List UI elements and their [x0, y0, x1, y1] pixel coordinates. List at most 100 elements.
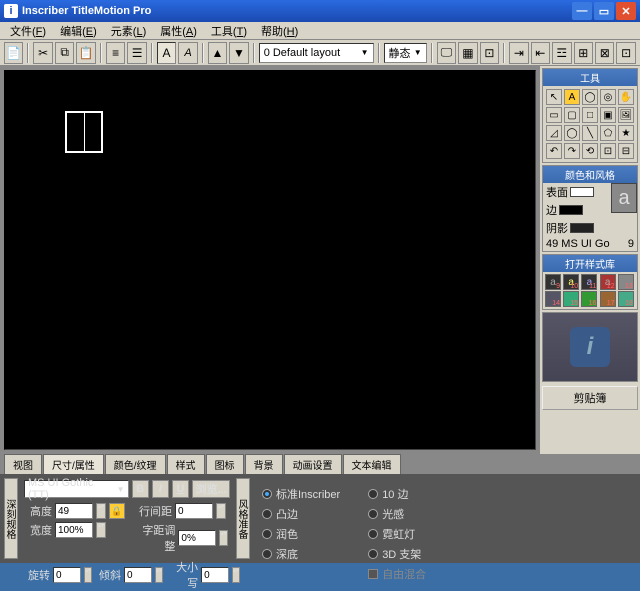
smallcaps-field[interactable] — [201, 567, 229, 583]
style-12[interactable]: a12 — [600, 274, 616, 290]
settings-button[interactable]: ⊡ — [616, 42, 635, 64]
radio-neon[interactable]: 霓虹灯 — [368, 526, 426, 542]
animation-combo[interactable]: 静态▼ — [384, 43, 427, 63]
minimize-button[interactable]: — — [572, 2, 592, 20]
scale-down-button[interactable]: ▼ — [229, 42, 248, 64]
leading-spin[interactable]: ▴▾ — [216, 503, 226, 519]
bold-button[interactable]: B — [132, 480, 149, 498]
text-tool-button[interactable]: A — [157, 42, 176, 64]
menu-file[interactable]: 文件(F) — [4, 22, 52, 40]
italic-button[interactable]: I — [152, 480, 169, 498]
close-button[interactable]: ✕ — [616, 2, 636, 20]
style-14[interactable]: 14 — [545, 291, 561, 307]
scale-up-button[interactable]: ▲ — [208, 42, 227, 64]
grid-button[interactable]: ▦ — [458, 42, 477, 64]
roundrect-tool[interactable]: ▢ — [564, 107, 580, 123]
radio-3d[interactable]: 3D 支架 — [368, 546, 426, 562]
style-16[interactable]: 16 — [581, 291, 597, 307]
text-cursor-box[interactable] — [65, 111, 103, 153]
star-tool[interactable]: ★ — [618, 125, 634, 141]
undo-button[interactable]: ↶ — [546, 143, 562, 159]
width-spin[interactable]: ▴▾ — [96, 522, 106, 538]
radio-glow[interactable]: 光感 — [368, 506, 426, 522]
vtab-style-prep[interactable]: 风格准备 — [236, 478, 250, 559]
align-center-button[interactable]: ☰ — [127, 42, 146, 64]
align-left-button[interactable]: ≡ — [106, 42, 125, 64]
ungroup-button[interactable]: ⊟ — [618, 143, 634, 159]
delete-button[interactable]: ⊠ — [595, 42, 614, 64]
tab-animation[interactable]: 动画设置 — [284, 454, 342, 474]
tab-text-edit[interactable]: 文本编辑 — [343, 454, 401, 474]
text-tool[interactable]: A — [564, 89, 580, 105]
tab-icon[interactable]: 图标 — [206, 454, 244, 474]
menu-help[interactable]: 帮助(H) — [255, 22, 304, 40]
edge-swatch[interactable] — [559, 205, 583, 215]
new-button[interactable]: 📄 — [4, 42, 23, 64]
rotate-spin[interactable]: ▴▾ — [84, 567, 92, 583]
skew-field[interactable] — [124, 567, 152, 583]
lock-aspect-button[interactable]: 🔒 — [109, 503, 125, 519]
cut-button[interactable]: ✂ — [33, 42, 52, 64]
arrange-button[interactable]: ⊞ — [574, 42, 593, 64]
export-button[interactable]: ⇤ — [531, 42, 550, 64]
tab-view[interactable]: 视图 — [4, 454, 42, 474]
line-tool[interactable]: ╲ — [582, 125, 598, 141]
polygon-tool[interactable]: ⬠ — [600, 125, 616, 141]
layers-button[interactable]: ☲ — [552, 42, 571, 64]
radio-bevel[interactable]: 凸边 — [262, 506, 340, 522]
surface-swatch[interactable] — [570, 187, 594, 197]
underline-button[interactable]: U — [172, 480, 189, 498]
clipboard-button[interactable]: 剪贴簿 — [542, 386, 638, 410]
hand-tool[interactable]: ✋ — [618, 89, 634, 105]
menu-tool[interactable]: 工具(T) — [205, 22, 253, 40]
menu-attribute[interactable]: 属性(A) — [154, 22, 203, 40]
style-18[interactable]: 18 — [618, 291, 634, 307]
paste-button[interactable]: 📋 — [76, 42, 95, 64]
freeform-check[interactable]: 自由混合 — [368, 566, 426, 582]
height-field[interactable] — [55, 503, 93, 519]
radio-10edge[interactable]: 10 边 — [368, 486, 426, 502]
radio-standard[interactable]: 标准Inscriber — [262, 486, 340, 502]
style-13[interactable]: 13 — [618, 274, 634, 290]
maximize-button[interactable]: ▭ — [594, 2, 614, 20]
image-tool[interactable]: 🖼 — [618, 107, 634, 123]
circle-tool[interactable]: ◯ — [582, 89, 598, 105]
kerning-spin[interactable]: ▴▾ — [219, 530, 228, 546]
import-button[interactable]: ⇥ — [509, 42, 528, 64]
layout-combo[interactable]: 0 Default layout▼ — [259, 43, 374, 63]
group-button[interactable]: ⊡ — [600, 143, 616, 159]
style-17[interactable]: 17 — [600, 291, 616, 307]
radio-polish[interactable]: 润色 — [262, 526, 340, 542]
safe-area-button[interactable]: ⊡ — [480, 42, 499, 64]
leading-field[interactable] — [175, 503, 213, 519]
ellipse-tool[interactable]: ◯ — [564, 125, 580, 141]
tab-color-texture[interactable]: 颜色/纹理 — [105, 454, 166, 474]
vtab-deep-spec[interactable]: 深刻规格 — [4, 478, 18, 559]
menu-element[interactable]: 元素(L) — [105, 22, 152, 40]
square-tool[interactable]: □ — [582, 107, 598, 123]
shadow-swatch[interactable] — [570, 223, 594, 233]
kerning-field[interactable] — [178, 530, 216, 546]
target-tool[interactable]: ◎ — [600, 89, 616, 105]
redo-button[interactable]: ↷ — [564, 143, 580, 159]
tab-size-attr[interactable]: 尺寸/属性 — [43, 454, 104, 474]
style-15[interactable]: 15 — [563, 291, 579, 307]
rect-tool[interactable]: ▭ — [546, 107, 562, 123]
tab-background[interactable]: 背景 — [245, 454, 283, 474]
monitor-button[interactable]: 🖵 — [437, 42, 456, 64]
style-9[interactable]: a9 — [545, 274, 561, 290]
copy-button[interactable]: ⧉ — [55, 42, 74, 64]
skew-spin[interactable]: ▴▾ — [155, 567, 163, 583]
frame-tool[interactable]: ▣ — [600, 107, 616, 123]
width-field[interactable] — [55, 522, 93, 538]
font-combo[interactable]: MS UI Gothic (TT)▼ — [24, 480, 129, 498]
rotate-field[interactable] — [53, 567, 81, 583]
pointer-tool[interactable]: ↖ — [546, 89, 562, 105]
text-italic-button[interactable]: A — [178, 42, 197, 64]
triangle-tool[interactable]: ◿ — [546, 125, 562, 141]
tab-style[interactable]: 样式 — [167, 454, 205, 474]
smallcaps-spin[interactable]: ▴▾ — [232, 567, 240, 583]
menu-edit[interactable]: 编辑(E) — [54, 22, 103, 40]
radio-deep[interactable]: 深底 — [262, 546, 340, 562]
height-spin[interactable]: ▴▾ — [96, 503, 106, 519]
